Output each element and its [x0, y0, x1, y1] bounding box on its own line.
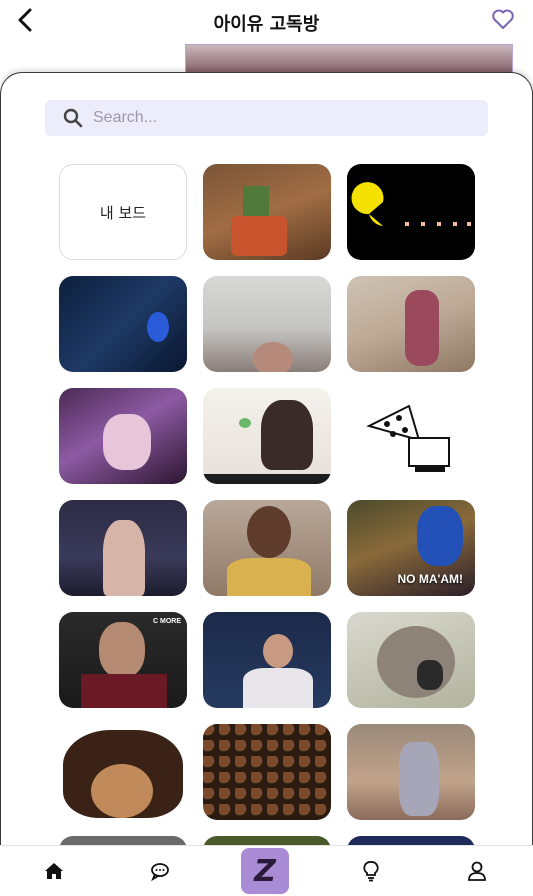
- nav-create-button[interactable]: Z: [241, 848, 289, 894]
- top-bar: 아이유 고독방: [0, 0, 533, 44]
- gif-tile[interactable]: C MORE: [59, 612, 187, 708]
- gif-tile[interactable]: [203, 388, 331, 484]
- search-input[interactable]: [91, 108, 475, 128]
- favorite-button[interactable]: [491, 8, 517, 32]
- gif-tile[interactable]: [203, 612, 331, 708]
- gif-tile[interactable]: [347, 612, 475, 708]
- gif-tile[interactable]: [347, 724, 475, 820]
- search-bar[interactable]: [45, 100, 488, 136]
- search-icon: [63, 108, 83, 128]
- gif-tile[interactable]: [59, 724, 187, 820]
- gif-tile[interactable]: [59, 500, 187, 596]
- gif-tile[interactable]: [347, 164, 475, 260]
- chat-icon: [151, 863, 169, 882]
- user-icon: [468, 861, 486, 881]
- z-logo: Z: [254, 853, 276, 889]
- nav-chat[interactable]: [149, 860, 173, 884]
- page-title: 아이유 고독방: [213, 14, 320, 35]
- nav-profile[interactable]: [466, 860, 490, 884]
- gif-tile[interactable]: [59, 276, 187, 372]
- gif-picker-sheet: 내 보드: [0, 72, 533, 896]
- gif-tile[interactable]: [59, 388, 187, 484]
- my-board-tile[interactable]: 내 보드: [59, 164, 187, 260]
- gif-grid: 내 보드 NO MA'AM! C MORE: [59, 164, 475, 896]
- nav-home[interactable]: [43, 860, 67, 884]
- lightbulb-icon: [363, 861, 379, 882]
- gif-tile[interactable]: [203, 500, 331, 596]
- nav-ideas[interactable]: [360, 860, 384, 884]
- gif-tile[interactable]: [203, 724, 331, 820]
- gif-tile[interactable]: NO MA'AM!: [347, 500, 475, 596]
- gif-tile[interactable]: [203, 276, 331, 372]
- gif-tile[interactable]: [203, 164, 331, 260]
- gif-tile[interactable]: [347, 388, 475, 484]
- my-board-label: 내 보드: [99, 203, 147, 222]
- gif-caption: NO MA'AM!: [397, 572, 463, 586]
- gif-tile[interactable]: [347, 276, 475, 372]
- home-icon: [45, 863, 63, 879]
- gif-watermark: C MORE: [153, 618, 181, 625]
- heart-icon: [492, 9, 514, 29]
- bottom-navigation: Z: [0, 845, 533, 896]
